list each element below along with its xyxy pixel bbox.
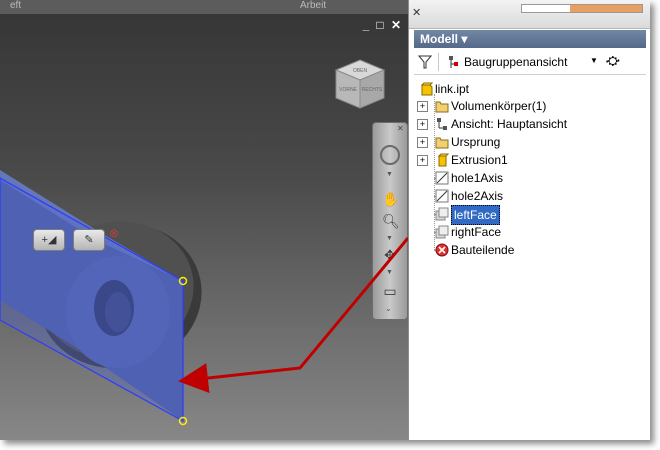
filter-icon[interactable] xyxy=(418,55,432,69)
tree-item-label: Bauteilende xyxy=(451,243,515,257)
tree-item-left-face[interactable]: leftFace xyxy=(417,205,637,225)
extrusion-icon xyxy=(437,153,449,167)
face-icon xyxy=(435,207,449,221)
toolbar-separator xyxy=(438,53,439,71)
graphics-viewport[interactable]: eft Arbeit _ □ ✕ +◢ ✎ ⊗ OBEN VORNE RECHT… xyxy=(0,0,408,440)
axis-icon xyxy=(435,189,449,203)
view-mode-dropdown-arrow[interactable]: ▼ xyxy=(590,56,598,65)
tree-item-hole1-axis[interactable]: hole1Axis xyxy=(417,169,637,187)
tree-item-label: Volumenkörper(1) xyxy=(451,99,547,113)
panel-close-button[interactable]: ✕ xyxy=(412,6,421,19)
tree-item-right-face[interactable]: rightFace xyxy=(417,223,637,241)
tree-item-solid-bodies[interactable]: + Volumenkörper(1) xyxy=(417,97,637,115)
expand-button[interactable]: + xyxy=(417,137,428,148)
part-icon xyxy=(420,82,433,96)
expand-button[interactable]: + xyxy=(417,119,428,130)
axis-icon xyxy=(435,171,449,185)
application-window: eft Arbeit _ □ ✕ +◢ ✎ ⊗ OBEN VORNE RECHT… xyxy=(0,0,650,440)
tree-item-label: hole2Axis xyxy=(451,189,504,203)
tree-item-extrusion[interactable]: + Extrusion1 xyxy=(417,151,637,169)
panel-top-strip: ✕ xyxy=(409,0,650,29)
expand-button[interactable]: + xyxy=(417,155,428,166)
tree-item-end-of-part[interactable]: Bauteilende xyxy=(417,241,637,259)
binoculars-icon[interactable]: ⛮ xyxy=(606,53,620,69)
end-of-part-icon xyxy=(435,243,449,257)
tree-item-label: hole1Axis xyxy=(451,171,504,185)
model-browser-panel: ✕ Modell ▾ Baugruppenansicht ▼ ⛮ link.ip… xyxy=(408,0,650,440)
tree-item-label: Extrusion1 xyxy=(451,153,508,167)
folder-icon xyxy=(435,101,449,113)
tree-item-label-selected: leftFace xyxy=(451,205,500,225)
browser-toolbar: Baugruppenansicht ▼ ⛮ xyxy=(414,50,646,75)
expand-button[interactable]: + xyxy=(417,101,428,112)
view-icon xyxy=(437,118,447,130)
tree-item-origin[interactable]: + Ursprung xyxy=(417,133,637,151)
face-icon xyxy=(435,225,449,239)
tree-item-view[interactable]: + Ansicht: Hauptansicht xyxy=(417,115,637,133)
tree-item-label: link.ipt xyxy=(435,82,470,96)
assembly-view-icon xyxy=(449,56,458,68)
tree-item-hole2-axis[interactable]: hole2Axis xyxy=(417,187,637,205)
annotation-arrow xyxy=(178,237,408,393)
tree-item-label: rightFace xyxy=(451,225,502,239)
folder-icon xyxy=(435,137,449,149)
panel-title[interactable]: Modell ▾ xyxy=(414,30,646,48)
tree-item-label: Ursprung xyxy=(451,135,501,149)
tree-item-label: Ansicht: Hauptansicht xyxy=(451,117,568,131)
tree-item-root[interactable]: link.ipt xyxy=(417,80,637,98)
view-mode-dropdown[interactable]: Baugruppenansicht xyxy=(464,55,567,69)
progress-bar xyxy=(521,4,643,13)
